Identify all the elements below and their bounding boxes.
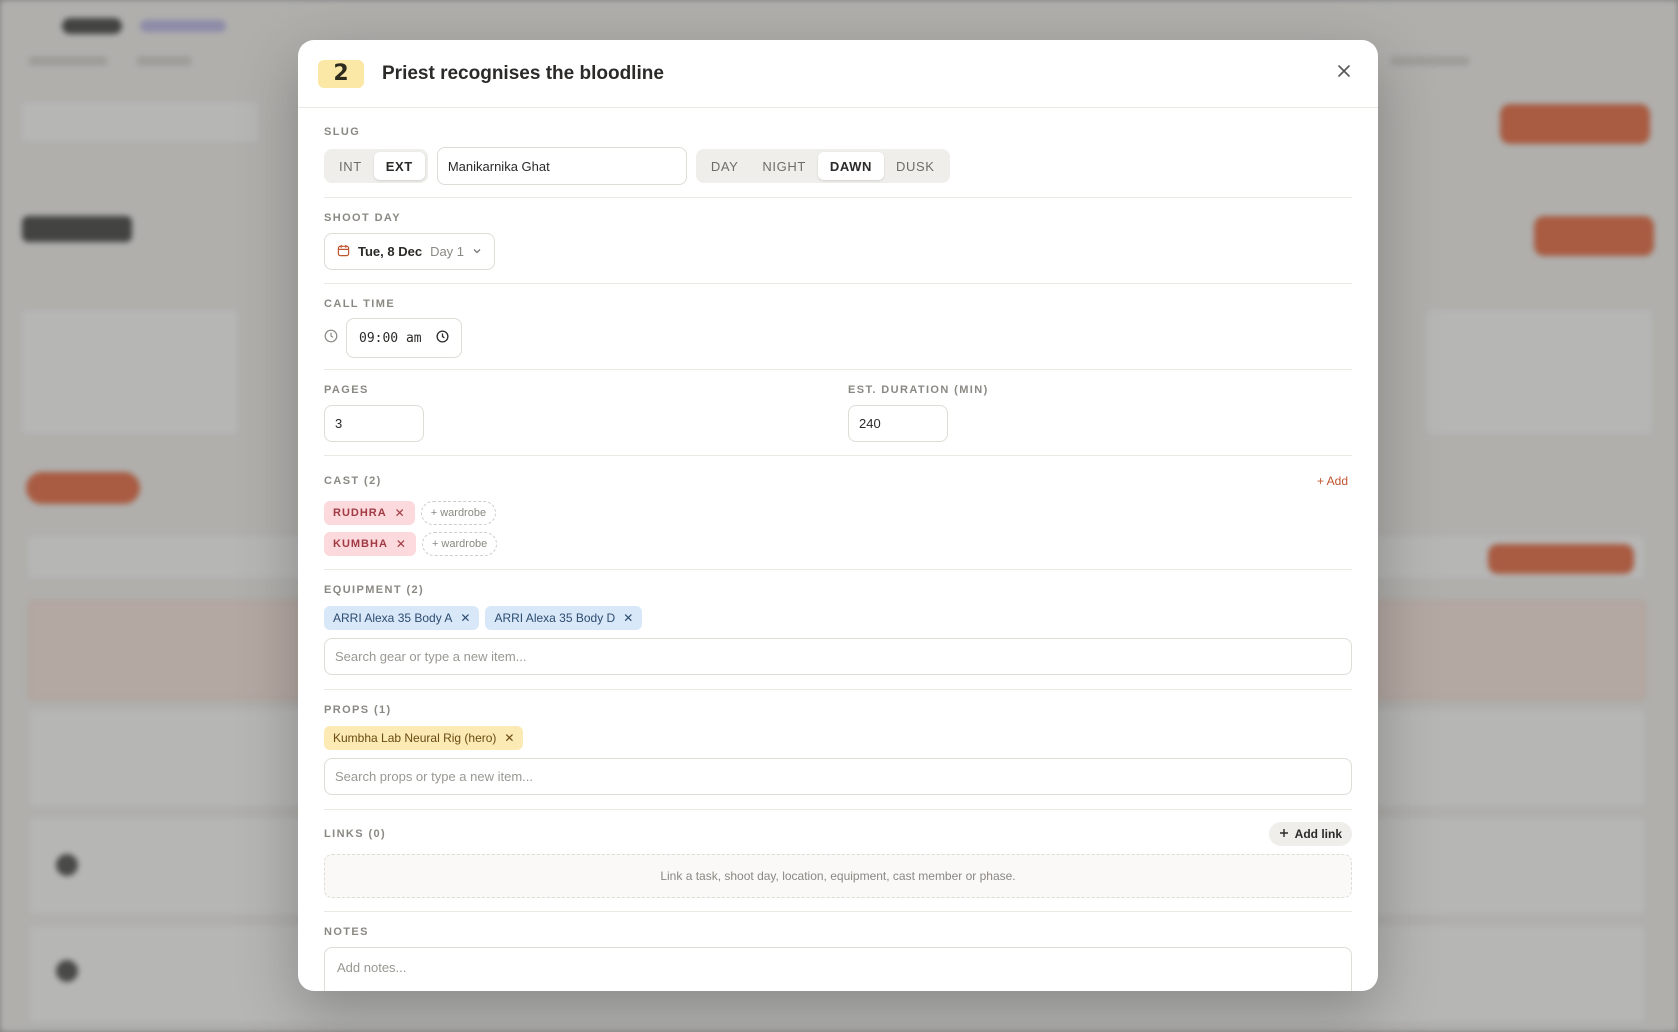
props-label: PROPS (1) — [324, 704, 392, 716]
time-of-day-toggle: DAY NIGHT DAWN DUSK — [695, 149, 950, 183]
call-time-value: 09:00 am — [359, 330, 422, 346]
equipment-section: EQUIPMENT (2) ARRI Alexa 35 Body A ✕ ARR… — [324, 570, 1352, 690]
slug-label: SLUG — [324, 126, 361, 138]
remove-equipment-icon[interactable]: ✕ — [460, 612, 470, 624]
call-time-row: 09:00 am — [324, 318, 1352, 358]
close-button[interactable] — [1330, 60, 1358, 88]
scene-number-badge: 2 — [318, 59, 364, 88]
chevron-down-icon — [472, 244, 482, 259]
add-link-label: Add link — [1294, 827, 1342, 841]
equipment-chip: ARRI Alexa 35 Body A ✕ — [324, 606, 480, 630]
equipment-chip: ARRI Alexa 35 Body D ✕ — [485, 606, 643, 630]
duration-field: EST. DURATION (MIN) — [848, 384, 989, 455]
add-wardrobe-button[interactable]: + wardrobe — [421, 532, 498, 556]
pages-input[interactable] — [324, 405, 424, 442]
cast-list: RUDHRA ✕ + wardrobe KUMBHA ✕ + wardrobe — [324, 501, 1352, 556]
duration-label: EST. DURATION (MIN) — [848, 384, 989, 396]
cast-section: CAST (2) + Add RUDHRA ✕ + wardrobe KUMBH… — [324, 456, 1352, 570]
clock-icon — [324, 329, 338, 348]
call-time-input[interactable]: 09:00 am — [346, 318, 462, 358]
int-ext-toggle: INT EXT — [324, 149, 428, 183]
notes-textarea[interactable] — [324, 947, 1352, 991]
modal-header: 2 Priest recognises the bloodline — [298, 40, 1378, 108]
props-section: PROPS (1) Kumbha Lab Neural Rig (hero) ✕ — [324, 690, 1352, 810]
slug-section: SLUG INT EXT DAY NIGHT DAWN DUSK — [324, 108, 1352, 198]
shoot-day-number: Day 1 — [430, 244, 465, 259]
equipment-chips: ARRI Alexa 35 Body A ✕ ARRI Alexa 35 Bod… — [324, 606, 1352, 630]
calendar-icon — [337, 244, 350, 260]
int-option[interactable]: INT — [327, 152, 374, 180]
shoot-day-label: SHOOT DAY — [324, 212, 401, 224]
prop-chip: Kumbha Lab Neural Rig (hero) ✕ — [324, 726, 524, 750]
pages-label: PAGES — [324, 384, 369, 396]
shoot-day-row: Tue, 8 Dec Day 1 — [324, 233, 1352, 270]
props-chips: Kumbha Lab Neural Rig (hero) ✕ — [324, 726, 1352, 750]
day-option[interactable]: DAY — [699, 152, 751, 180]
dawn-option[interactable]: DAWN — [817, 152, 884, 180]
equipment-search-input[interactable] — [324, 638, 1352, 675]
notes-section: NOTES — [324, 912, 1352, 991]
remove-cast-icon[interactable]: ✕ — [395, 507, 406, 519]
links-empty-state: Link a task, shoot day, location, equipm… — [324, 854, 1352, 898]
call-time-section: CALL TIME 09:00 am — [324, 284, 1352, 370]
cast-chip-rudhra: RUDHRA ✕ — [324, 501, 415, 525]
cast-row: RUDHRA ✕ + wardrobe — [324, 501, 1352, 525]
equipment-chip-label: ARRI Alexa 35 Body D — [494, 611, 616, 625]
links-label: LINKS (0) — [324, 828, 387, 840]
plus-icon — [1279, 827, 1289, 841]
location-input[interactable] — [436, 147, 687, 185]
add-cast-button[interactable]: + Add — [1317, 474, 1348, 488]
remove-cast-icon[interactable]: ✕ — [396, 538, 407, 550]
close-icon — [1337, 64, 1351, 83]
shoot-day-section: SHOOT DAY Tue, 8 Dec Day 1 — [324, 198, 1352, 284]
time-picker-icon[interactable] — [436, 329, 449, 347]
cast-header: CAST (2) + Add — [324, 474, 1352, 488]
notes-label: NOTES — [324, 926, 369, 938]
slug-row: INT EXT DAY NIGHT DAWN DUSK — [324, 147, 1352, 185]
links-header: LINKS (0) Add link — [324, 822, 1352, 846]
pages-field: PAGES — [324, 384, 848, 455]
cast-chip-kumbha: KUMBHA ✕ — [324, 532, 416, 556]
duration-input[interactable] — [848, 405, 948, 442]
prop-chip-label: Kumbha Lab Neural Rig (hero) — [333, 731, 497, 745]
ext-option[interactable]: EXT — [373, 152, 425, 180]
cast-chip-name: RUDHRA — [333, 507, 387, 519]
scene-modal: 2 Priest recognises the bloodline SLUG I… — [298, 40, 1378, 991]
equipment-chip-label: ARRI Alexa 35 Body A — [333, 611, 453, 625]
scene-title: Priest recognises the bloodline — [382, 62, 664, 84]
links-section: LINKS (0) Add link Link a task, shoot da… — [324, 810, 1352, 912]
add-link-button[interactable]: Add link — [1268, 822, 1352, 846]
shoot-day-picker[interactable]: Tue, 8 Dec Day 1 — [324, 233, 496, 270]
remove-equipment-icon[interactable]: ✕ — [623, 612, 633, 624]
props-search-input[interactable] — [324, 758, 1352, 795]
cast-row: KUMBHA ✕ + wardrobe — [324, 532, 1352, 556]
equipment-label: EQUIPMENT (2) — [324, 584, 425, 596]
pages-duration-section: PAGES EST. DURATION (MIN) — [324, 370, 1352, 456]
modal-body: SLUG INT EXT DAY NIGHT DAWN DUSK SHOOT D… — [298, 108, 1378, 991]
call-time-label: CALL TIME — [324, 298, 396, 310]
shoot-day-date: Tue, 8 Dec — [358, 244, 423, 259]
add-wardrobe-button[interactable]: + wardrobe — [420, 501, 497, 525]
remove-prop-icon[interactable]: ✕ — [504, 732, 514, 744]
cast-chip-name: KUMBHA — [333, 538, 388, 550]
cast-label: CAST (2) — [324, 475, 382, 487]
night-option[interactable]: NIGHT — [750, 152, 817, 180]
dusk-option[interactable]: DUSK — [884, 152, 947, 180]
